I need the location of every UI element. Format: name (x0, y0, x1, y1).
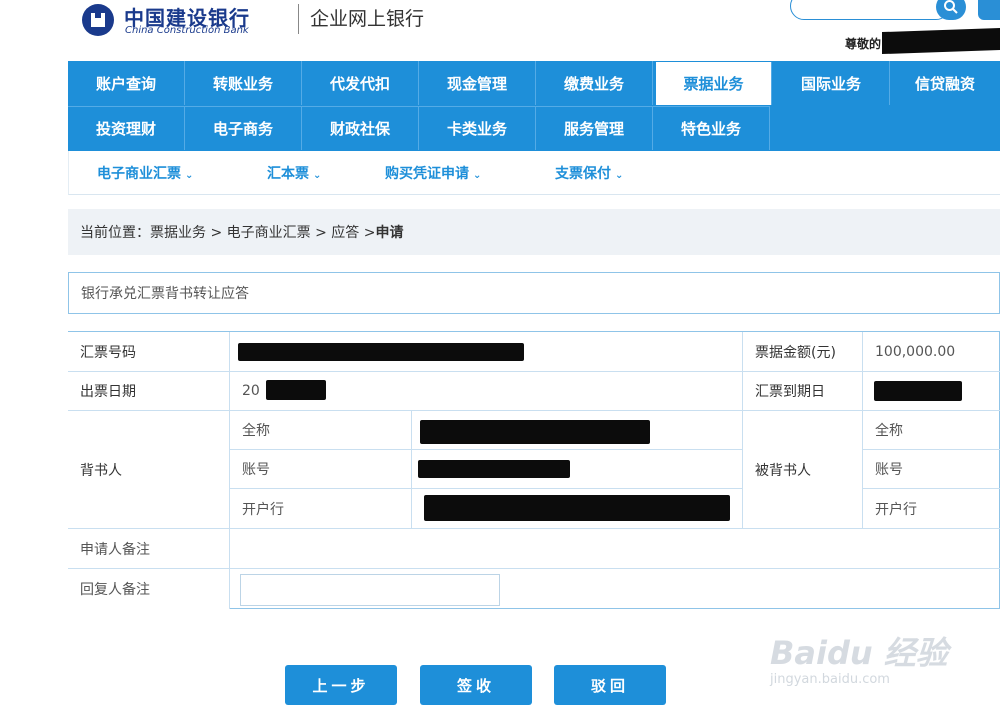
nav-item-ecommerce[interactable]: 电子商务 (185, 106, 302, 150)
search-icon (944, 0, 958, 14)
brand-divider (298, 4, 299, 34)
nav-item-agency[interactable]: 代发代扣 (302, 61, 419, 105)
subnav-label: 汇本票 (267, 166, 309, 182)
nav-item-transfer[interactable]: 转账业务 (185, 61, 302, 105)
subnav-label: 电子商业汇票 (97, 166, 181, 182)
label-reply-remark: 回复人备注 (68, 569, 230, 609)
chevron-down-icon: ⌄ (185, 170, 194, 181)
subnav-item-ecommercial-bill[interactable]: 电子商业汇票 ⌄ (97, 163, 193, 183)
chevron-down-icon: ⌄ (313, 170, 322, 181)
chevron-down-icon: ⌄ (473, 170, 482, 181)
breadcrumb-path: 当前位置：票据业务 > 电子商业汇票 > 应答 > (80, 225, 376, 241)
subnav-item-draft[interactable]: 汇本票 ⌄ (267, 163, 321, 183)
value-amount: 100,000.00 (863, 332, 1000, 372)
search-button[interactable] (936, 0, 966, 20)
section-title: 银行承兑汇票背书转让应答 (68, 272, 1000, 314)
nav-item-account-query[interactable]: 账户查询 (68, 61, 185, 105)
label-issue-date: 出票日期 (68, 372, 230, 411)
endorser-account-redacted (418, 460, 570, 478)
reject-button[interactable]: 驳回 (554, 665, 666, 705)
nav-item-bills[interactable]: 票据业务 (656, 62, 772, 105)
value-applicant-remark (230, 529, 1000, 569)
nav-item-service[interactable]: 服务管理 (536, 106, 653, 150)
nav-item-card[interactable]: 卡类业务 (419, 106, 536, 150)
nav-item-finance-social[interactable]: 财政社保 (302, 106, 419, 150)
nav-item-investment[interactable]: 投资理财 (68, 106, 185, 150)
label-applicant-remark: 申请人备注 (68, 529, 230, 569)
sub-nav: 电子商业汇票 ⌄ 汇本票 ⌄ 购买凭证申请 ⌄ 支票保付 ⌄ (68, 151, 1000, 195)
label-endorsee-full-name: 全称 (863, 411, 1000, 450)
bill-no-redacted (238, 343, 524, 361)
label-amount: 票据金额(元) (743, 332, 863, 372)
endorser-name-redacted (420, 420, 650, 444)
chevron-down-icon: ⌄ (615, 170, 624, 181)
label-bill-no: 汇票号码 (68, 332, 230, 372)
prev-step-button[interactable]: 上一步 (285, 665, 397, 705)
nav-item-payment[interactable]: 缴费业务 (536, 61, 653, 105)
breadcrumb: 当前位置：票据业务 > 电子商业汇票 > 应答 > 申请 (68, 209, 1000, 255)
nav-item-cash-management[interactable]: 现金管理 (419, 61, 536, 105)
watermark-logo: Baidu 经验 (770, 634, 948, 672)
due-date-redacted (874, 381, 962, 401)
header: 中国建设银行 China Construction Bank 企业网上银行 尊敬… (0, 0, 1000, 60)
subnav-item-voucher[interactable]: 购买凭证申请 ⌄ (385, 163, 481, 183)
label-due-date: 汇票到期日 (743, 372, 863, 411)
ccb-logo-icon (82, 4, 114, 36)
label-endorsee-account: 账号 (863, 450, 1000, 489)
nav-item-international[interactable]: 国际业务 (773, 61, 890, 105)
label-endorser-bank: 开户行 (230, 489, 412, 529)
subnav-label: 购买凭证申请 (385, 166, 469, 182)
sub-title: 企业网上银行 (310, 8, 425, 30)
subnav-item-check-guarantee[interactable]: 支票保付 ⌄ (555, 163, 623, 183)
search-input[interactable] (790, 0, 950, 20)
breadcrumb-current: 申请 (375, 225, 404, 241)
endorser-bank-redacted (424, 495, 730, 521)
watermark-url: jingyan.baidu.com (770, 672, 890, 687)
header-action-button[interactable] (978, 0, 1000, 20)
label-endorser: 背书人 (68, 411, 230, 529)
user-name-redacted (882, 27, 1000, 55)
reply-remark-input[interactable] (240, 574, 500, 606)
label-endorsee: 被背书人 (743, 411, 863, 529)
brand-english: China Construction Bank (125, 25, 249, 36)
nav-item-credit[interactable]: 信贷融资 (890, 61, 1000, 105)
issue-date-redacted (266, 380, 326, 400)
label-endorsee-bank: 开户行 (863, 489, 1000, 529)
label-endorser-full-name: 全称 (230, 411, 412, 450)
sign-button[interactable]: 签收 (420, 665, 532, 705)
subnav-label: 支票保付 (555, 166, 611, 182)
user-greeting: 尊敬的 (845, 37, 882, 51)
main-nav: 账户查询 转账业务 代发代扣 现金管理 缴费业务 票据业务 国际业务 信贷融资 … (68, 61, 1000, 151)
nav-item-special[interactable]: 特色业务 (653, 106, 770, 150)
label-endorser-account: 账号 (230, 450, 412, 489)
